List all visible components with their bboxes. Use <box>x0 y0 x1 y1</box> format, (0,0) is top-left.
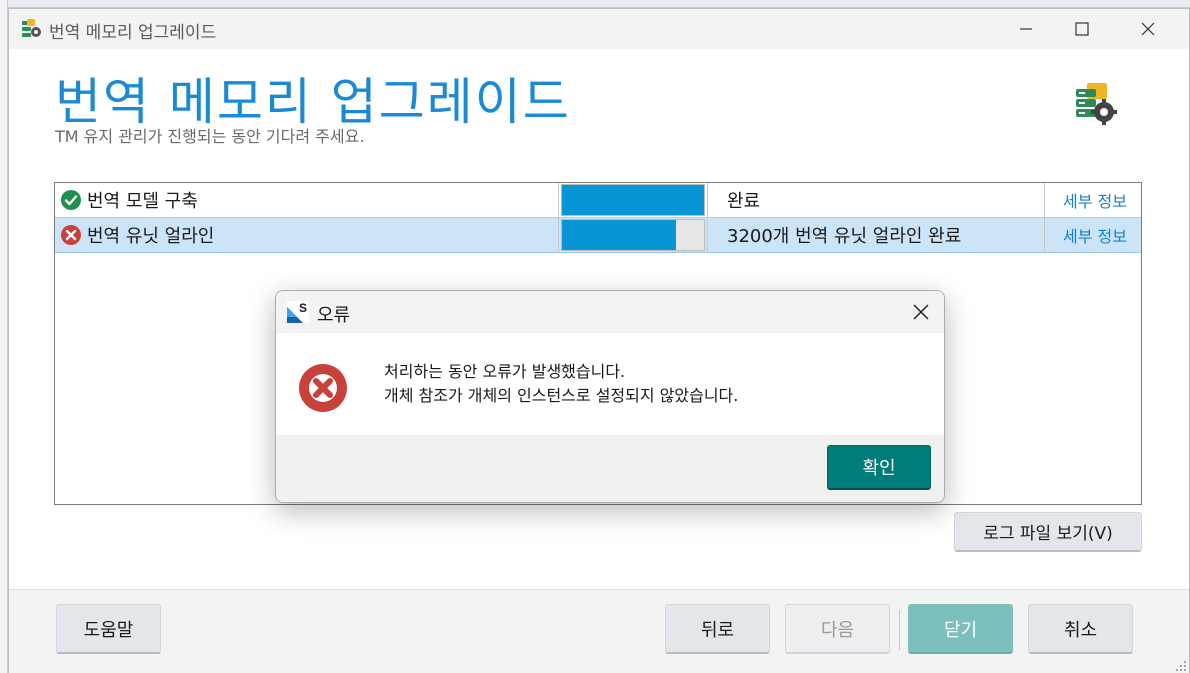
minimize-icon <box>1020 28 1032 30</box>
progress-bar <box>561 219 705 251</box>
task-name: 번역 유닛 얼라인 <box>87 226 215 247</box>
task-name-cell: 번역 모델 구축 <box>61 183 557 217</box>
view-log-file-button[interactable]: 로그 파일 보기(V) <box>954 512 1142 552</box>
tm-upgrade-app-icon <box>22 19 41 37</box>
svg-text:S: S <box>299 301 307 315</box>
dialog-body: 처리하는 동안 오류가 발생했습니다. 개체 참조가 개체의 인스턴스로 설정되… <box>276 333 944 435</box>
dialog-title: 오류 <box>317 305 351 326</box>
task-status-cell: 3200개 번역 유닛 얼라인 완료 <box>715 218 1045 252</box>
check-circle-icon <box>61 190 81 210</box>
close-icon <box>913 304 929 320</box>
error-circle-icon <box>61 225 81 245</box>
task-name-cell: 번역 유닛 얼라인 <box>61 218 557 252</box>
background-window-edge <box>0 0 8 673</box>
error-dialog: S 오류 처리하는 동안 오류가 발생했습니다. 개체 참조가 개체의 인스턴스… <box>275 290 945 503</box>
task-status-cell: 완료 <box>715 183 1045 217</box>
error-message-line1: 처리하는 동안 오류가 발생했습니다. <box>384 362 626 381</box>
maximize-button[interactable] <box>1059 9 1105 49</box>
task-status: 완료 <box>727 191 761 212</box>
page-subtitle: TM 유지 관리가 진행되는 동안 기다려 주세요. <box>55 127 365 146</box>
progress-bar <box>561 184 705 216</box>
cancel-button[interactable]: 취소 <box>1028 604 1133 654</box>
task-row-align-units[interactable]: 번역 유닛 얼라인 3200개 번역 유닛 얼라인 완료 세부 정보 <box>55 218 1141 253</box>
ok-button[interactable]: 확인 <box>827 445 931 490</box>
dialog-close-button[interactable] <box>910 301 932 323</box>
dialog-footer: 확인 <box>276 435 944 502</box>
background-window-strip <box>0 0 1190 8</box>
progress-bar-fill <box>562 185 704 215</box>
error-message-line2: 개체 참조가 개체의 인스턴스로 설정되지 않았습니다. <box>384 386 739 405</box>
minimize-button[interactable] <box>1003 9 1049 49</box>
error-icon <box>299 364 347 412</box>
task-progress-cell <box>558 218 708 252</box>
details-link[interactable]: 세부 정보 <box>1050 183 1140 217</box>
progress-bar-fill <box>562 220 676 250</box>
wizard-footer: 도움말 뒤로 다음 닫기 취소 <box>9 589 1189 673</box>
maximize-icon <box>1075 22 1089 36</box>
close-button[interactable]: 닫기 <box>908 604 1013 654</box>
help-button[interactable]: 도움말 <box>56 604 161 654</box>
task-status: 3200개 번역 유닛 얼라인 완료 <box>727 226 962 247</box>
window-title: 번역 메모리 업그레이드 <box>49 23 217 43</box>
tm-database-gear-icon <box>1076 83 1117 125</box>
window-close-button[interactable] <box>1125 9 1171 49</box>
resize-grip-icon[interactable] <box>1173 658 1187 672</box>
task-name: 번역 모델 구축 <box>87 191 198 212</box>
button-separator <box>899 610 900 650</box>
studio-app-icon: S <box>287 301 309 323</box>
dialog-title-bar: S 오류 <box>276 291 944 333</box>
back-button[interactable]: 뒤로 <box>665 604 770 654</box>
next-button[interactable]: 다음 <box>785 604 890 654</box>
task-row-build-model[interactable]: 번역 모델 구축 완료 세부 정보 <box>55 183 1141 218</box>
title-bar: 번역 메모리 업그레이드 <box>9 9 1189 49</box>
close-icon <box>1141 22 1155 36</box>
task-progress-cell <box>558 183 708 217</box>
details-link[interactable]: 세부 정보 <box>1050 218 1140 252</box>
